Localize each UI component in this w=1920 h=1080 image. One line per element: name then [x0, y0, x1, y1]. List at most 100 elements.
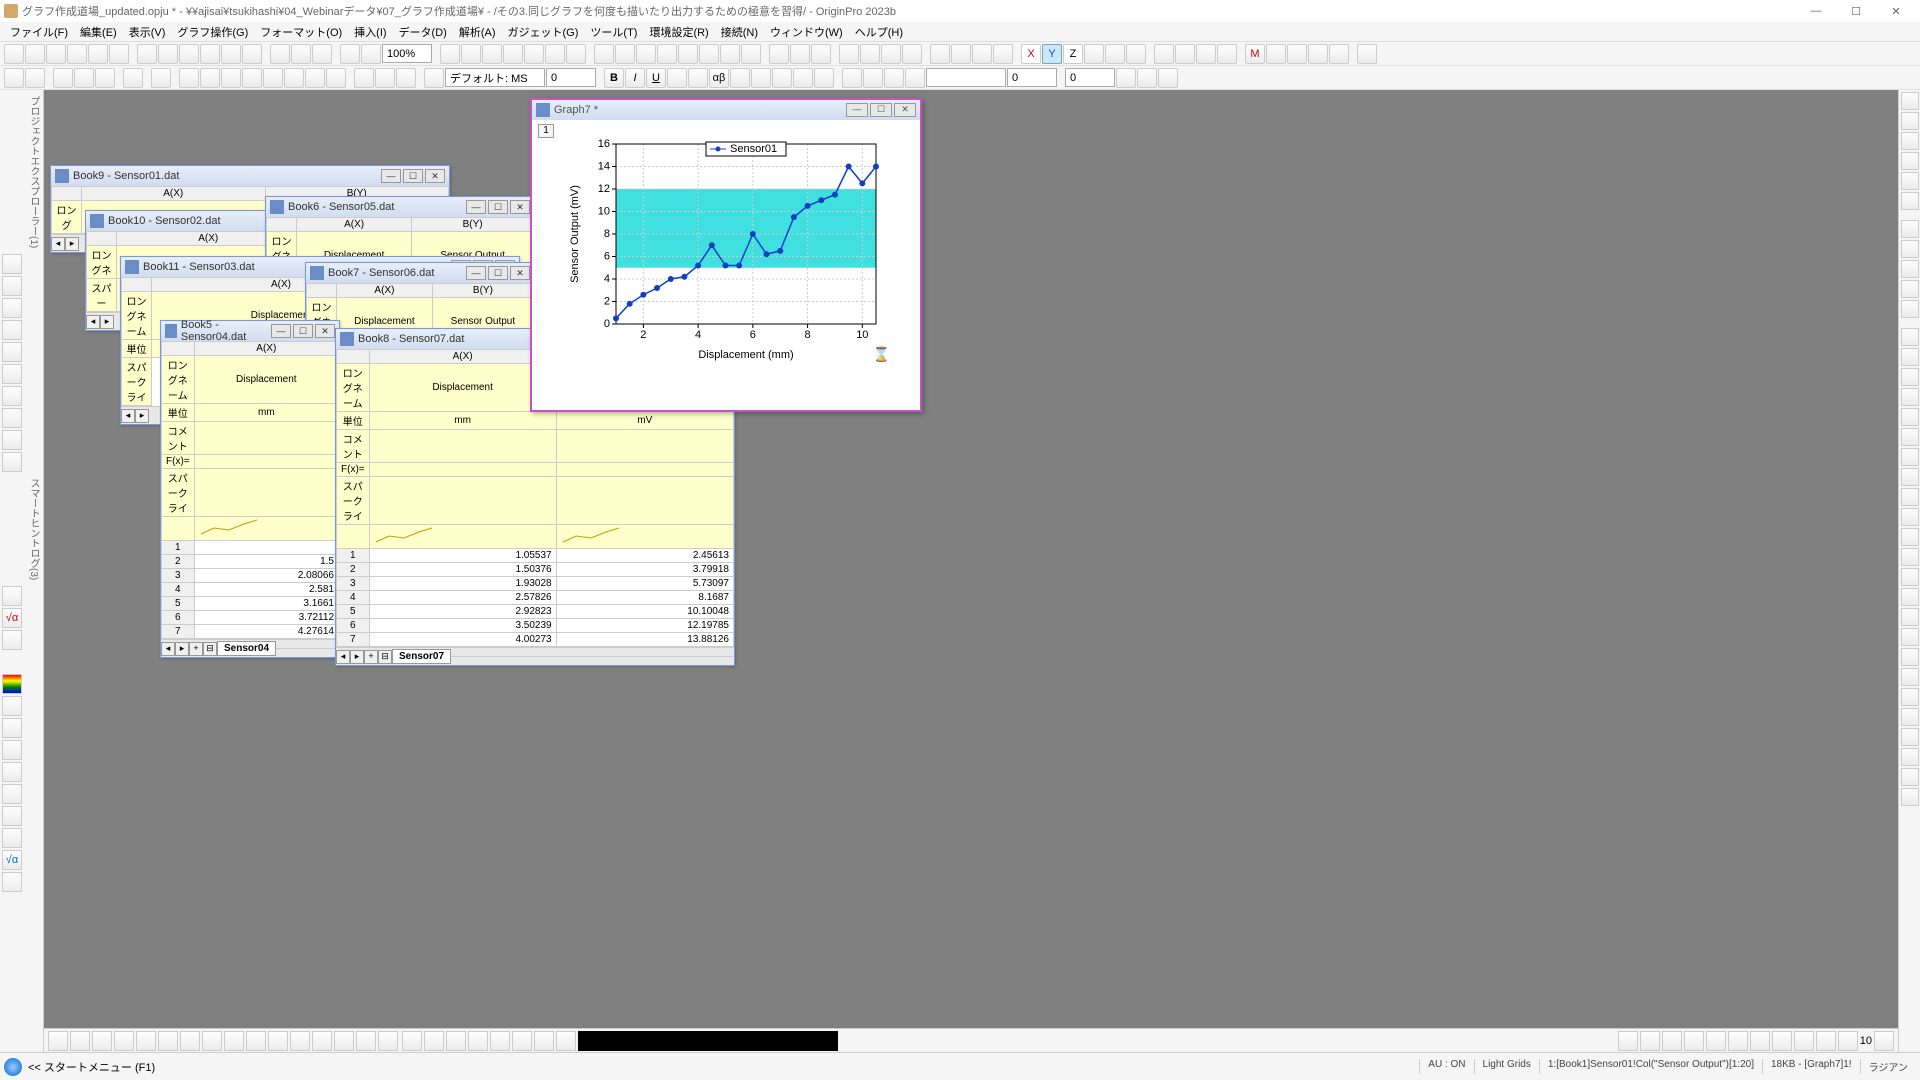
save-template-button[interactable]	[291, 44, 311, 64]
maximize-icon[interactable]: ☐	[293, 324, 313, 338]
hist-button[interactable]	[356, 1031, 376, 1051]
m-button[interactable]: M	[1245, 44, 1265, 64]
menu-prefs[interactable]: 環境設定(R)	[643, 22, 714, 42]
paste-row-button[interactable]	[95, 68, 115, 88]
layer-button[interactable]	[482, 44, 502, 64]
color8-button[interactable]	[2, 828, 22, 848]
menu-gadget[interactable]: ガジェット(G)	[502, 22, 585, 42]
code-button[interactable]	[461, 44, 481, 64]
swap-button[interactable]	[1287, 44, 1307, 64]
filter-button[interactable]	[930, 44, 950, 64]
linesymbol-button[interactable]	[92, 1031, 112, 1051]
close-button[interactable]: ✕	[1876, 1, 1916, 21]
menu-view[interactable]: 表示(V)	[123, 22, 172, 42]
import-ascii-button[interactable]	[158, 44, 178, 64]
al15[interactable]	[1901, 608, 1919, 626]
scale-button[interactable]	[545, 44, 565, 64]
merge-button[interactable]	[615, 44, 635, 64]
redo-button[interactable]	[25, 68, 45, 88]
bk7-button[interactable]	[305, 68, 325, 88]
tbr7[interactable]	[1750, 1031, 1770, 1051]
alpha-button[interactable]: αβ	[709, 68, 729, 88]
tbr4[interactable]	[1684, 1031, 1704, 1051]
menu-data[interactable]: データ(D)	[393, 22, 453, 42]
worksheet-grid[interactable]: A(X)ロングネームDisplacement単位mmコメントF(x)=スパークラ…	[161, 341, 339, 639]
circle-button[interactable]	[905, 68, 925, 88]
tbr8[interactable]	[1772, 1031, 1792, 1051]
layout3[interactable]	[1901, 260, 1919, 278]
line-button[interactable]	[863, 68, 883, 88]
pie-button[interactable]	[881, 44, 901, 64]
maximize-icon[interactable]: ☐	[488, 200, 508, 214]
al10[interactable]	[1901, 508, 1919, 526]
tb-b[interactable]	[424, 1031, 444, 1051]
bk3-button[interactable]	[221, 68, 241, 88]
color4-button[interactable]	[2, 740, 22, 760]
al13[interactable]	[1901, 568, 1919, 586]
mask-tool[interactable]	[2, 408, 22, 428]
cut-button[interactable]	[354, 68, 374, 88]
underline-button[interactable]: U	[646, 68, 666, 88]
math-button[interactable]	[972, 44, 992, 64]
tb-f[interactable]	[512, 1031, 532, 1051]
tbr2[interactable]	[1640, 1031, 1660, 1051]
sup-button[interactable]	[667, 68, 687, 88]
rowheight-combo[interactable]: 10	[1860, 1035, 1872, 1047]
cut-row-button[interactable]	[53, 68, 73, 88]
stat-button[interactable]	[312, 1031, 332, 1051]
maximize-icon[interactable]: ☐	[403, 169, 423, 183]
layout1[interactable]	[1901, 220, 1919, 238]
text2-tool[interactable]	[2, 386, 22, 406]
print-button[interactable]	[270, 44, 290, 64]
menu-insert[interactable]: 挿入(I)	[348, 22, 392, 42]
none-button[interactable]	[1126, 44, 1146, 64]
bar-plot-button[interactable]	[136, 1031, 156, 1051]
paste-graph-button[interactable]	[720, 44, 740, 64]
linestyle-combo[interactable]	[926, 68, 1006, 87]
workbook-titlebar[interactable]: Book6 - Sensor05.dat—☐✕	[266, 197, 534, 217]
contour-button[interactable]	[268, 1031, 288, 1051]
y-button[interactable]: Y	[1042, 44, 1062, 64]
duplicate-button[interactable]	[312, 44, 332, 64]
legend-button[interactable]	[566, 44, 586, 64]
image-button[interactable]	[290, 1031, 310, 1051]
sort-button[interactable]	[951, 44, 971, 64]
app-button[interactable]	[741, 44, 761, 64]
reimport-button[interactable]	[242, 44, 262, 64]
tb-h[interactable]	[556, 1031, 576, 1051]
commandline[interactable]	[578, 1031, 838, 1051]
col-button[interactable]	[839, 44, 859, 64]
surface-button[interactable]	[246, 1031, 266, 1051]
dup-button[interactable]	[123, 68, 143, 88]
arrow-button[interactable]	[151, 68, 171, 88]
tb-e[interactable]	[490, 1031, 510, 1051]
obj5-button[interactable]	[1901, 172, 1919, 190]
box-button[interactable]	[334, 1031, 354, 1051]
reader-tool[interactable]	[2, 298, 22, 318]
maximize-icon[interactable]: ☐	[488, 266, 508, 280]
swap3-button[interactable]	[1329, 44, 1349, 64]
fill-button[interactable]	[842, 68, 862, 88]
formula2-tool[interactable]: √α	[2, 850, 22, 870]
menu-analysis[interactable]: 解析(A)	[453, 22, 502, 42]
new-project-button[interactable]	[4, 44, 24, 64]
tbr9[interactable]	[1794, 1031, 1814, 1051]
tbr1[interactable]	[1618, 1031, 1638, 1051]
pattern2-button[interactable]	[1137, 68, 1157, 88]
workbook-titlebar[interactable]: Book9 - Sensor01.dat—☐✕	[51, 166, 449, 186]
al16[interactable]	[1901, 628, 1919, 646]
close-icon[interactable]: ✕	[894, 103, 916, 117]
maximize-icon[interactable]: ☐	[870, 103, 892, 117]
inc-button[interactable]	[730, 68, 750, 88]
tb-d[interactable]	[468, 1031, 488, 1051]
al12[interactable]	[1901, 548, 1919, 566]
al19[interactable]	[1901, 688, 1919, 706]
recalc-button[interactable]	[361, 44, 381, 64]
tb-c[interactable]	[446, 1031, 466, 1051]
project-explorer-tab[interactable]: プロジェクトエクスプローラー(1)	[2, 96, 41, 248]
pointer-tool[interactable]	[2, 254, 22, 274]
area-button[interactable]	[902, 44, 922, 64]
menu-connect[interactable]: 接続(N)	[715, 22, 764, 42]
color7-button[interactable]	[2, 806, 22, 826]
obj2-button[interactable]	[1901, 112, 1919, 130]
